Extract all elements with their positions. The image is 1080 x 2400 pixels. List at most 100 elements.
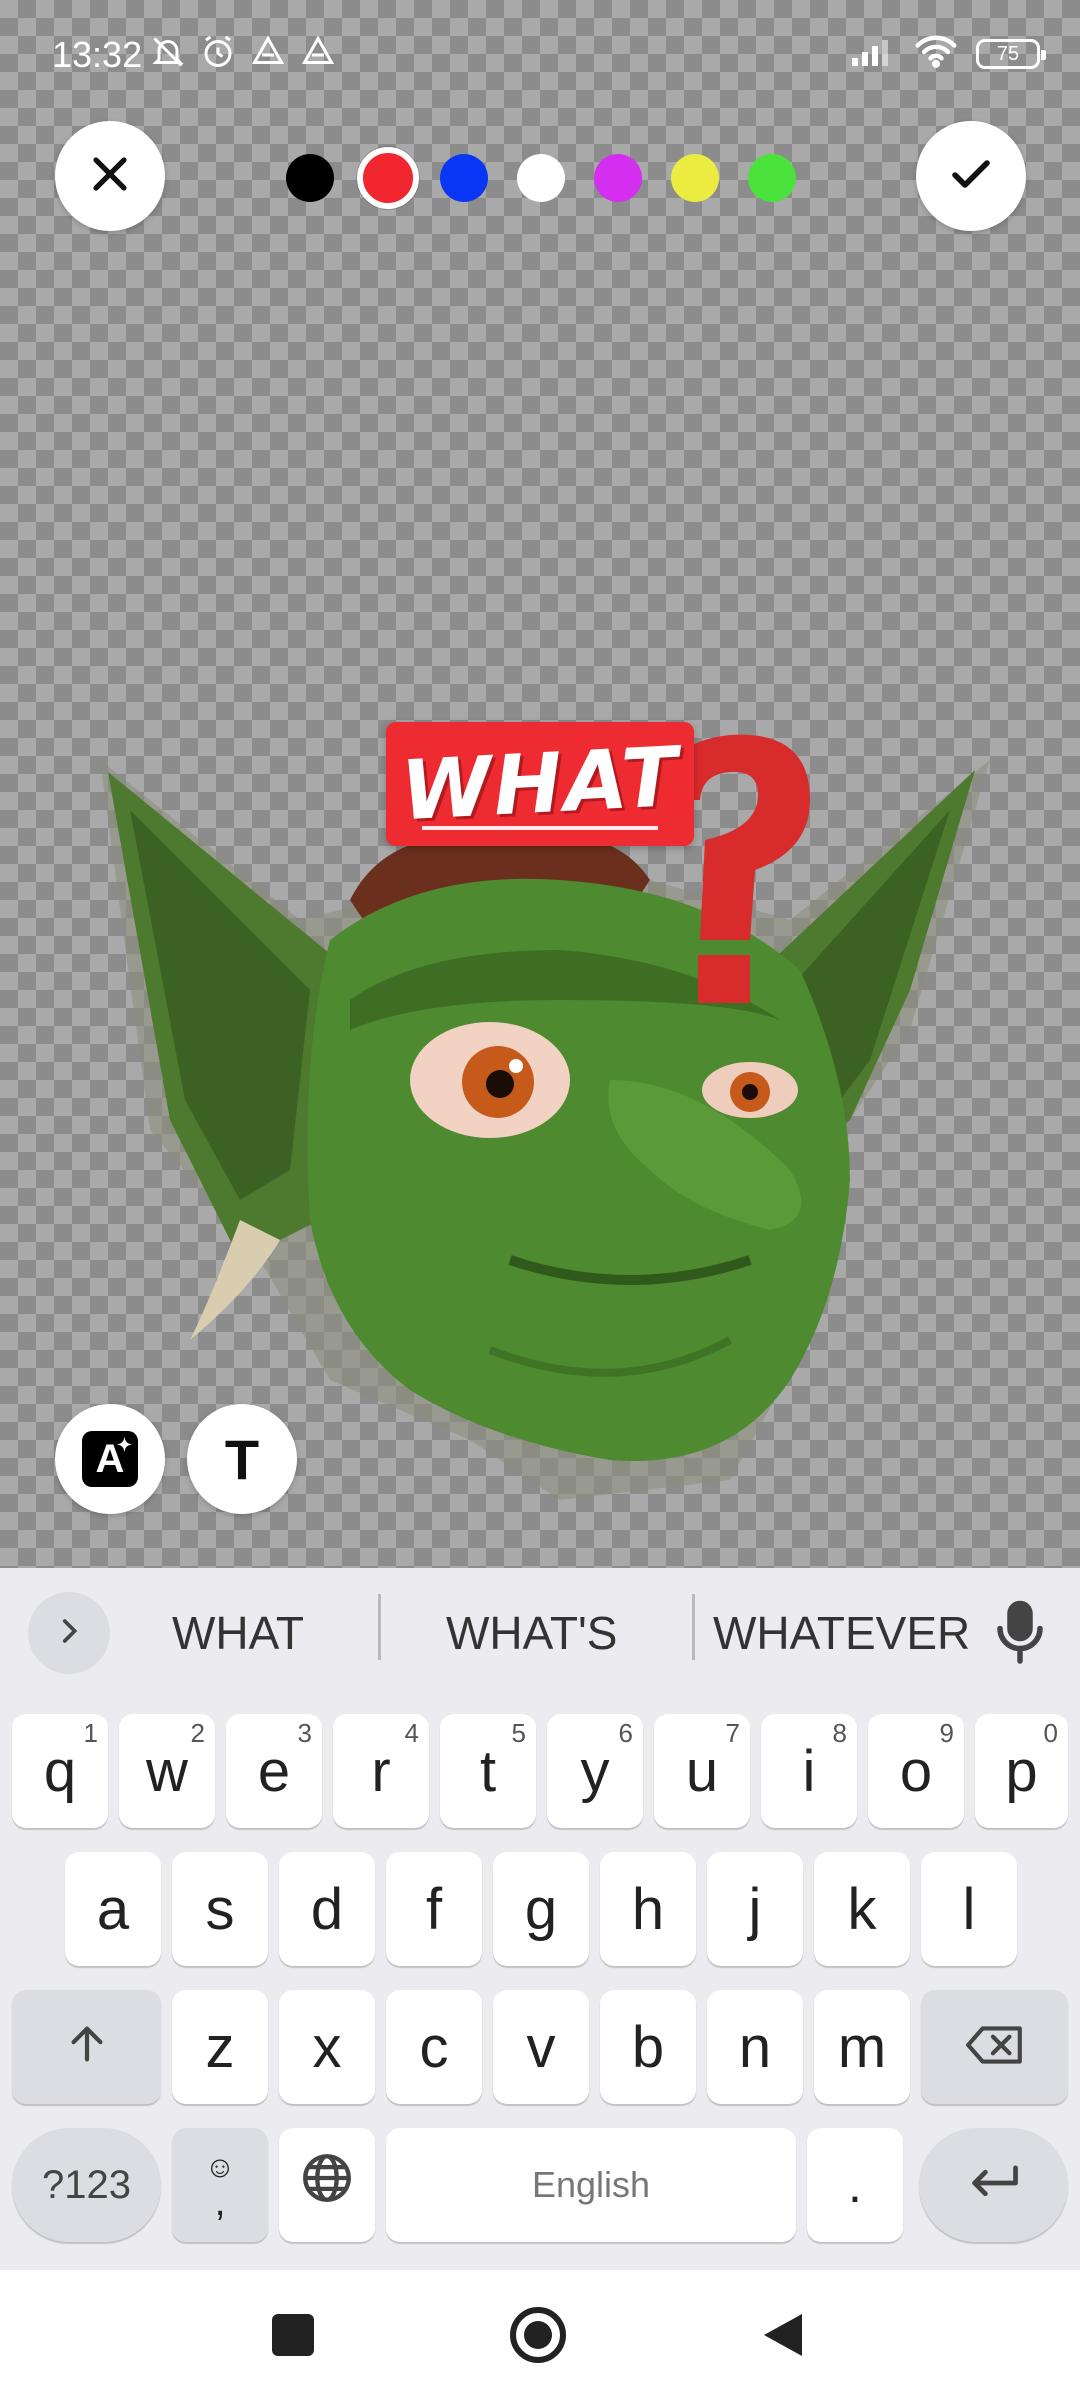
key-f[interactable]: f: [386, 1852, 482, 1966]
muted-bell-icon: [150, 34, 186, 75]
home-button[interactable]: [508, 2305, 568, 2365]
key-label: i: [802, 1738, 816, 1804]
key-hint: 5: [511, 1718, 526, 1748]
drive-icon: [250, 34, 286, 75]
key-p[interactable]: p0: [975, 1714, 1068, 1828]
shift-icon: [64, 2014, 110, 2081]
key-label: r: [371, 1738, 391, 1804]
key-d[interactable]: d: [279, 1852, 375, 1966]
key-label: q: [43, 1738, 77, 1804]
key-hint: 0: [1043, 1718, 1058, 1748]
color-palette: [282, 147, 802, 209]
mic-icon[interactable]: [990, 1598, 1050, 1664]
comma-label: ,: [214, 2180, 226, 2224]
key-l[interactable]: l: [921, 1852, 1017, 1966]
key-hint: 4: [404, 1718, 419, 1748]
key-a[interactable]: a: [65, 1852, 161, 1966]
suggestion-strip: WHAT WHAT'S WHATEVER: [0, 1568, 1080, 1698]
key-i[interactable]: i8: [761, 1714, 857, 1828]
drive-icon: [300, 34, 336, 75]
color-swatch-red[interactable]: [357, 147, 419, 209]
key-label: y: [580, 1738, 610, 1804]
key-z[interactable]: z: [172, 1990, 268, 2104]
key-b[interactable]: b: [600, 1990, 696, 2104]
check-icon: [947, 150, 995, 203]
wifi-icon: [914, 34, 958, 73]
space-bar[interactable]: English: [386, 2128, 796, 2242]
color-swatch-white[interactable]: [517, 154, 565, 202]
key-c[interactable]: c: [386, 1990, 482, 2104]
language-key[interactable]: [279, 2128, 375, 2242]
key-label: o: [899, 1738, 933, 1804]
key-k[interactable]: k: [814, 1852, 910, 1966]
key-t[interactable]: t5: [440, 1714, 536, 1828]
key-e[interactable]: e3: [226, 1714, 322, 1828]
emoji-comma-key[interactable]: ☺ ,: [172, 2128, 268, 2242]
system-nav-bar: [0, 2270, 1080, 2400]
backspace-icon: [964, 2014, 1026, 2081]
key-hint: 8: [832, 1718, 847, 1748]
key-label: e: [257, 1738, 291, 1804]
suggestion-divider: [378, 1594, 381, 1660]
ai-text-icon: A ✦: [82, 1431, 138, 1487]
key-label: w: [146, 1738, 188, 1804]
caption-text: WHAT: [398, 729, 682, 839]
suggestion-2[interactable]: WHAT'S: [446, 1606, 617, 1660]
color-swatch-green[interactable]: [748, 154, 796, 202]
status-time: 13:32: [52, 34, 143, 75]
globe-icon: [298, 2149, 356, 2221]
key-label: p: [1005, 1738, 1038, 1804]
color-swatch-purple[interactable]: [594, 154, 642, 202]
suggestion-divider: [692, 1594, 695, 1660]
suggestion-1[interactable]: WHAT: [172, 1606, 304, 1660]
back-button[interactable]: [758, 2310, 806, 2360]
confirm-button[interactable]: [916, 121, 1026, 231]
key-y[interactable]: y6: [547, 1714, 643, 1828]
key-u[interactable]: u7: [654, 1714, 750, 1828]
signal-icon: [852, 36, 896, 71]
key-hint: 7: [725, 1718, 740, 1748]
ai-text-style-button[interactable]: A ✦: [55, 1404, 165, 1514]
key-j[interactable]: j: [707, 1852, 803, 1966]
key-label: u: [685, 1738, 719, 1804]
key-q[interactable]: q1: [12, 1714, 108, 1828]
symbols-key[interactable]: ?123: [12, 2128, 161, 2242]
key-n[interactable]: n: [707, 1990, 803, 2104]
sticker-text-caption[interactable]: WHAT: [386, 722, 694, 846]
color-swatch-yellow[interactable]: [671, 154, 719, 202]
key-hint: 6: [618, 1718, 633, 1748]
key-o[interactable]: o9: [868, 1714, 964, 1828]
recents-button[interactable]: [272, 2314, 314, 2356]
enter-icon: [966, 2152, 1022, 2219]
key-g[interactable]: g: [493, 1852, 589, 1966]
close-icon: [86, 150, 134, 203]
shift-key[interactable]: [12, 1990, 161, 2104]
key-r[interactable]: r4: [333, 1714, 429, 1828]
color-swatch-blue[interactable]: [440, 154, 488, 202]
key-w[interactable]: w2: [119, 1714, 215, 1828]
key-hint: 3: [297, 1718, 312, 1748]
text-tool-button[interactable]: T: [187, 1404, 297, 1514]
key-hint: 2: [190, 1718, 205, 1748]
suggestion-3[interactable]: WHATEVER: [713, 1606, 970, 1660]
key-x[interactable]: x: [279, 1990, 375, 2104]
color-swatch-black[interactable]: [286, 154, 334, 202]
key-hint: 9: [939, 1718, 954, 1748]
chevron-right-icon: [52, 1614, 86, 1653]
key-s[interactable]: s: [172, 1852, 268, 1966]
status-bar: 13:32 75: [0, 0, 1080, 108]
backspace-key[interactable]: [921, 1990, 1068, 2104]
close-button[interactable]: [55, 121, 165, 231]
key-label: t: [479, 1738, 497, 1804]
key-v[interactable]: v: [493, 1990, 589, 2104]
battery-icon: 75: [976, 38, 1046, 69]
key-h[interactable]: h: [600, 1852, 696, 1966]
key-hint: 1: [83, 1718, 98, 1748]
period-key[interactable]: .: [807, 2128, 903, 2242]
soft-keyboard: WHAT WHAT'S WHATEVER q1 w2 e3 r4 t5 y6 u…: [0, 1568, 1080, 2270]
alarm-icon: [200, 34, 236, 75]
text-tool-icon: T: [224, 1427, 260, 1491]
key-m[interactable]: m: [814, 1990, 910, 2104]
expand-toolbar-button[interactable]: [28, 1592, 110, 1674]
enter-key[interactable]: [919, 2128, 1068, 2242]
